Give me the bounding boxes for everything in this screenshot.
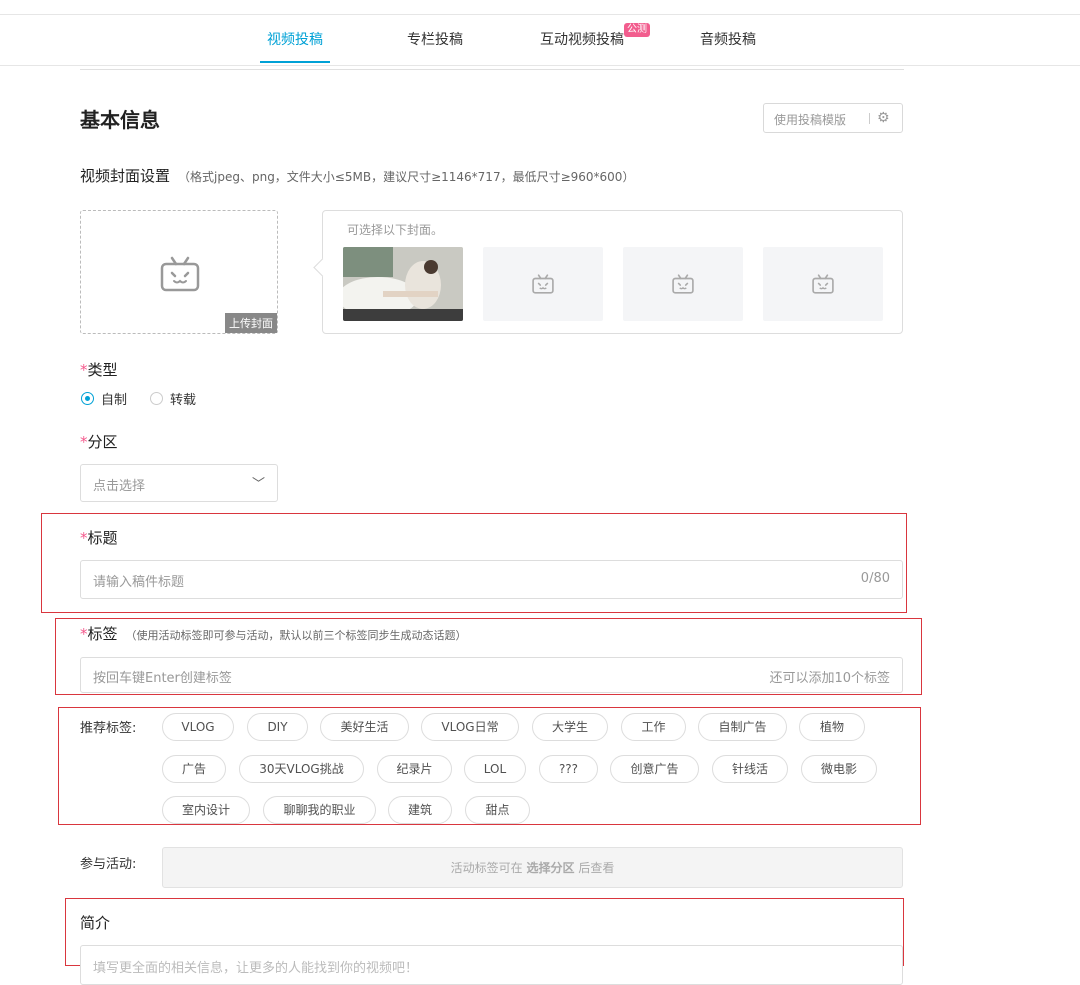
title-label-text: 标题 [87, 529, 118, 547]
activity-hint-post: 后查看 [574, 861, 615, 875]
type-label: *类型 [80, 359, 118, 380]
recommended-tag[interactable]: 甜点 [465, 796, 530, 824]
recommended-tag[interactable]: LOL [464, 755, 526, 783]
beta-badge: 公测 [624, 23, 650, 37]
tags-label: *标签 （使用活动标签即可参与活动，默认以前三个标签同步生成动态话题） [80, 623, 467, 644]
recommended-tag[interactable]: 针线活 [712, 755, 788, 783]
tv-placeholder-icon [672, 274, 694, 294]
recommended-tag[interactable]: 工作 [621, 713, 686, 741]
type-label-text: 类型 [87, 361, 118, 379]
radio-repost-label[interactable]: 转载 [170, 389, 196, 408]
cover-suggestions-panel: 可选择以下封面。 [313, 210, 903, 334]
title-input[interactable]: 请输入稿件标题 0/80 [80, 560, 903, 599]
cover-suggestion-hint: 可选择以下封面。 [347, 223, 444, 237]
cover-setting-label: 视频封面设置 （格式jpeg、png，文件大小≤5MB，建议尺寸≥1146*717… [80, 165, 634, 186]
recommended-tag[interactable]: 30天VLOG挑战 [239, 755, 364, 783]
radio-original[interactable] [81, 392, 94, 405]
activity-selector[interactable]: 活动标签可在 选择分区 后查看 [162, 847, 903, 888]
cover-format-hint: （格式jpeg、png，文件大小≤5MB，建议尺寸≥1146*717，最低尺寸≥… [178, 170, 635, 184]
activity-hint-pre: 活动标签可在 [450, 861, 527, 875]
title-char-counter: 0/80 [860, 571, 890, 586]
tab-interactive-video-upload[interactable]: 互动视频投稿 [540, 29, 624, 49]
cover-label-text: 视频封面设置 [80, 167, 171, 185]
required-mark: * [80, 625, 88, 643]
tags-label-text: 标签 [87, 625, 118, 643]
required-mark: * [80, 529, 88, 547]
required-mark: * [80, 433, 88, 451]
radio-repost[interactable] [150, 392, 163, 405]
recommended-tag[interactable]: VLOG [162, 713, 234, 741]
use-template-button[interactable]: 使用投稿模版 ⚙ [763, 103, 903, 133]
gear-icon[interactable]: ⚙ [877, 110, 890, 126]
tv-placeholder-icon [532, 274, 554, 294]
upload-type-tabs: 视频投稿 专栏投稿 互动视频投稿 公测 音频投稿 [0, 14, 1080, 66]
use-template-label: 使用投稿模版 [774, 113, 847, 127]
cover-placeholder-2[interactable] [483, 247, 603, 321]
tags-remaining: 还可以添加10个标签 [769, 671, 890, 686]
recommended-tag[interactable]: 美好生活 [320, 713, 409, 741]
activity-hint: 活动标签可在 选择分区 后查看 [163, 859, 902, 876]
recommended-tag[interactable]: 室内设计 [162, 796, 250, 824]
tab-article-upload[interactable]: 专栏投稿 [407, 29, 463, 49]
intro-placeholder: 填写更全面的相关信息，让更多的人能找到你的视频吧！ [93, 961, 419, 976]
recommended-tag[interactable]: 建筑 [388, 796, 452, 824]
chevron-down-icon: ﹀ [251, 477, 265, 492]
tags-hint: （使用活动标签即可参与活动，默认以前三个标签同步生成动态话题） [125, 629, 467, 642]
recommended-tag[interactable]: 纪录片 [377, 755, 452, 783]
radio-original-label[interactable]: 自制 [101, 389, 127, 408]
zone-select-placeholder: 点击选择 [93, 479, 146, 494]
recommended-tags-label: 推荐标签: [80, 721, 137, 736]
zone-select[interactable]: 点击选择 ﹀ [80, 464, 278, 502]
header-divider [80, 69, 904, 70]
zone-label-text: 分区 [87, 433, 118, 451]
tv-placeholder-icon [160, 256, 200, 292]
cover-placeholder-3[interactable] [623, 247, 743, 321]
recommended-tag[interactable]: 创意广告 [610, 755, 699, 783]
required-mark: * [80, 361, 88, 379]
intro-label: 简介 [80, 914, 111, 932]
intro-textarea[interactable]: 填写更全面的相关信息，让更多的人能找到你的视频吧！ [80, 945, 903, 985]
section-title: 基本信息 [80, 108, 160, 132]
tags-placeholder: 按回车键Enter创建标签 [93, 671, 232, 686]
video-frame-image [343, 247, 463, 321]
tab-audio-upload[interactable]: 音频投稿 [700, 29, 756, 49]
button-separator [869, 113, 870, 124]
cover-placeholder-4[interactable] [763, 247, 883, 321]
recommended-tag[interactable]: 自制广告 [698, 713, 787, 741]
recommended-tag[interactable]: 植物 [799, 713, 865, 741]
recommended-tag[interactable]: 聊聊我的职业 [263, 796, 376, 824]
upload-cover-button[interactable]: 上传封面 [225, 313, 277, 333]
recommended-tag[interactable]: 微电影 [801, 755, 877, 783]
recommended-tag[interactable]: 广告 [162, 755, 226, 783]
title-label: *标题 [80, 527, 118, 548]
title-placeholder: 请输入稿件标题 [93, 575, 185, 590]
tab-video-upload[interactable]: 视频投稿 [267, 29, 323, 49]
cover-thumbnail-frame[interactable] [343, 247, 463, 321]
active-tab-indicator [260, 61, 330, 63]
activity-hint-bold: 选择分区 [526, 861, 575, 875]
tags-input[interactable]: 按回车键Enter创建标签 还可以添加10个标签 [80, 657, 903, 693]
cover-upload-area[interactable]: 上传封面 [80, 210, 278, 334]
tv-placeholder-icon [812, 274, 834, 294]
recommended-tag[interactable]: DIY [247, 713, 308, 741]
activity-label: 参与活动: [80, 857, 137, 872]
recommended-tag[interactable]: ??? [539, 755, 598, 783]
recommended-tag[interactable]: VLOG日常 [421, 713, 519, 741]
recommended-tag[interactable]: 大学生 [532, 713, 608, 741]
zone-label: *分区 [80, 431, 118, 452]
panel-pointer [313, 258, 332, 277]
